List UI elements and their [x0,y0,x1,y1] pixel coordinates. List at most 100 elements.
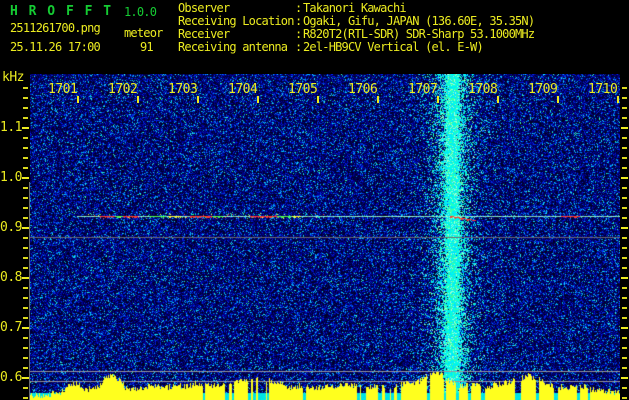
time-tick [377,96,379,103]
freq-minor-tick [23,97,28,99]
freq-minor-tick-right [622,147,627,149]
freq-minor-tick-right [622,237,627,239]
freq-minor-tick [23,357,28,359]
time-tick [137,96,139,103]
time-tick-label: 1708 [468,82,498,97]
time-tick-label: 1701 [48,82,78,97]
plot-left-border [29,182,30,400]
freq-minor-tick [23,337,28,339]
freq-minor-tick [23,297,28,299]
freq-minor-tick-right [622,97,627,99]
freq-major-tick-right [621,277,628,279]
time-tick [437,96,439,103]
freq-minor-tick [23,207,28,209]
freq-minor-tick-right [622,317,627,319]
time-tick-label: 1709 [528,82,558,97]
freq-minor-tick [23,87,28,89]
time-tick [197,96,199,103]
freq-minor-tick-right [622,197,627,199]
freq-major-tick [22,327,29,329]
freq-minor-tick-right [622,357,627,359]
freq-minor-tick [23,117,28,119]
freq-minor-tick-right [622,367,627,369]
station-info-block: Observer: Takanori Kawachi Receiving Locat… [178,1,535,54]
freq-minor-tick-right [622,337,627,339]
app-title: H R O F F T [10,4,113,19]
time-tick-label: 1706 [348,82,378,97]
freq-minor-tick-right [622,157,627,159]
freq-minor-tick-right [622,387,627,389]
freq-minor-tick [23,137,28,139]
freq-minor-tick [23,267,28,269]
freq-minor-tick-right [622,87,627,89]
time-tick [617,96,619,103]
freq-minor-tick [23,347,28,349]
freq-minor-tick-right [622,307,627,309]
freq-minor-tick-right [622,297,627,299]
info-row: Receiving antenna:2el-HB9CV Vertical (el… [178,41,534,54]
freq-minor-tick-right [622,217,627,219]
freq-minor-tick [23,237,28,239]
freq-minor-tick [23,317,28,319]
freq-tick-label: 1.1 [0,120,22,135]
freq-minor-tick [23,107,28,109]
freq-minor-tick-right [622,287,627,289]
freq-minor-tick [23,167,28,169]
freq-major-tick-right [621,177,628,179]
freq-minor-tick-right [622,207,627,209]
freq-minor-tick-right [622,137,627,139]
freq-minor-tick-right [622,167,627,169]
time-tick-label: 1705 [288,82,318,97]
freq-minor-tick-right [622,267,627,269]
freq-minor-tick [23,287,28,289]
freq-major-tick [22,377,29,379]
freq-axis-unit-label: kHz [2,70,24,85]
freq-minor-tick [23,397,28,399]
freq-minor-tick-right [622,247,627,249]
freq-minor-tick [23,247,28,249]
freq-minor-tick-right [622,187,627,189]
freq-tick-label: 0.9 [0,220,22,235]
time-tick-label: 1710 [588,82,618,97]
time-tick [257,96,259,103]
mode-label: meteor [124,26,163,40]
time-tick [557,96,559,103]
freq-minor-tick-right [622,347,627,349]
info-value: R820T2(RTL-SDR) SDR-Sharp 53.1000MHz [303,27,535,41]
freq-minor-tick-right [622,107,627,109]
freq-tick-label: 0.6 [0,370,22,385]
freq-minor-tick [23,307,28,309]
freq-minor-tick [23,217,28,219]
spectrogram-canvas [30,74,620,400]
freq-minor-tick [23,147,28,149]
time-tick-label: 1703 [168,82,198,97]
time-tick [317,96,319,103]
time-tick-label: 1702 [108,82,138,97]
freq-major-tick-right [621,377,628,379]
time-tick-label: 1707 [408,82,438,97]
freq-major-tick-right [621,127,628,129]
freq-tick-label: 0.7 [0,320,22,335]
output-filename: 2511261700.png [10,21,101,35]
freq-major-tick [22,227,29,229]
app-version: 1.0.0 [124,5,157,19]
info-value: 2el-HB9CV Vertical (el. E-W) [303,40,484,54]
freq-minor-tick [23,257,28,259]
freq-minor-tick-right [622,257,627,259]
info-value: Ogaki, Gifu, JAPAN (136.60E, 35.35N) [303,14,535,28]
freq-minor-tick [23,157,28,159]
freq-major-tick-right [621,227,628,229]
freq-major-tick-right [621,327,628,329]
info-value: Takanori Kawachi [303,1,407,15]
info-colon: : [295,40,302,54]
freq-minor-tick [23,187,28,189]
freq-minor-tick [23,367,28,369]
datetime-label: 25.11.26 17:00 [10,40,101,54]
freq-tick-label: 0.8 [0,270,22,285]
time-tick [77,96,79,103]
echo-count: 91 [140,40,154,54]
freq-tick-label: 1.0 [0,170,22,185]
hrofft-window: H R O F F T 1.0.0 2511261700.png meteor … [0,0,629,400]
freq-major-tick [22,177,29,179]
freq-major-tick [22,127,29,129]
